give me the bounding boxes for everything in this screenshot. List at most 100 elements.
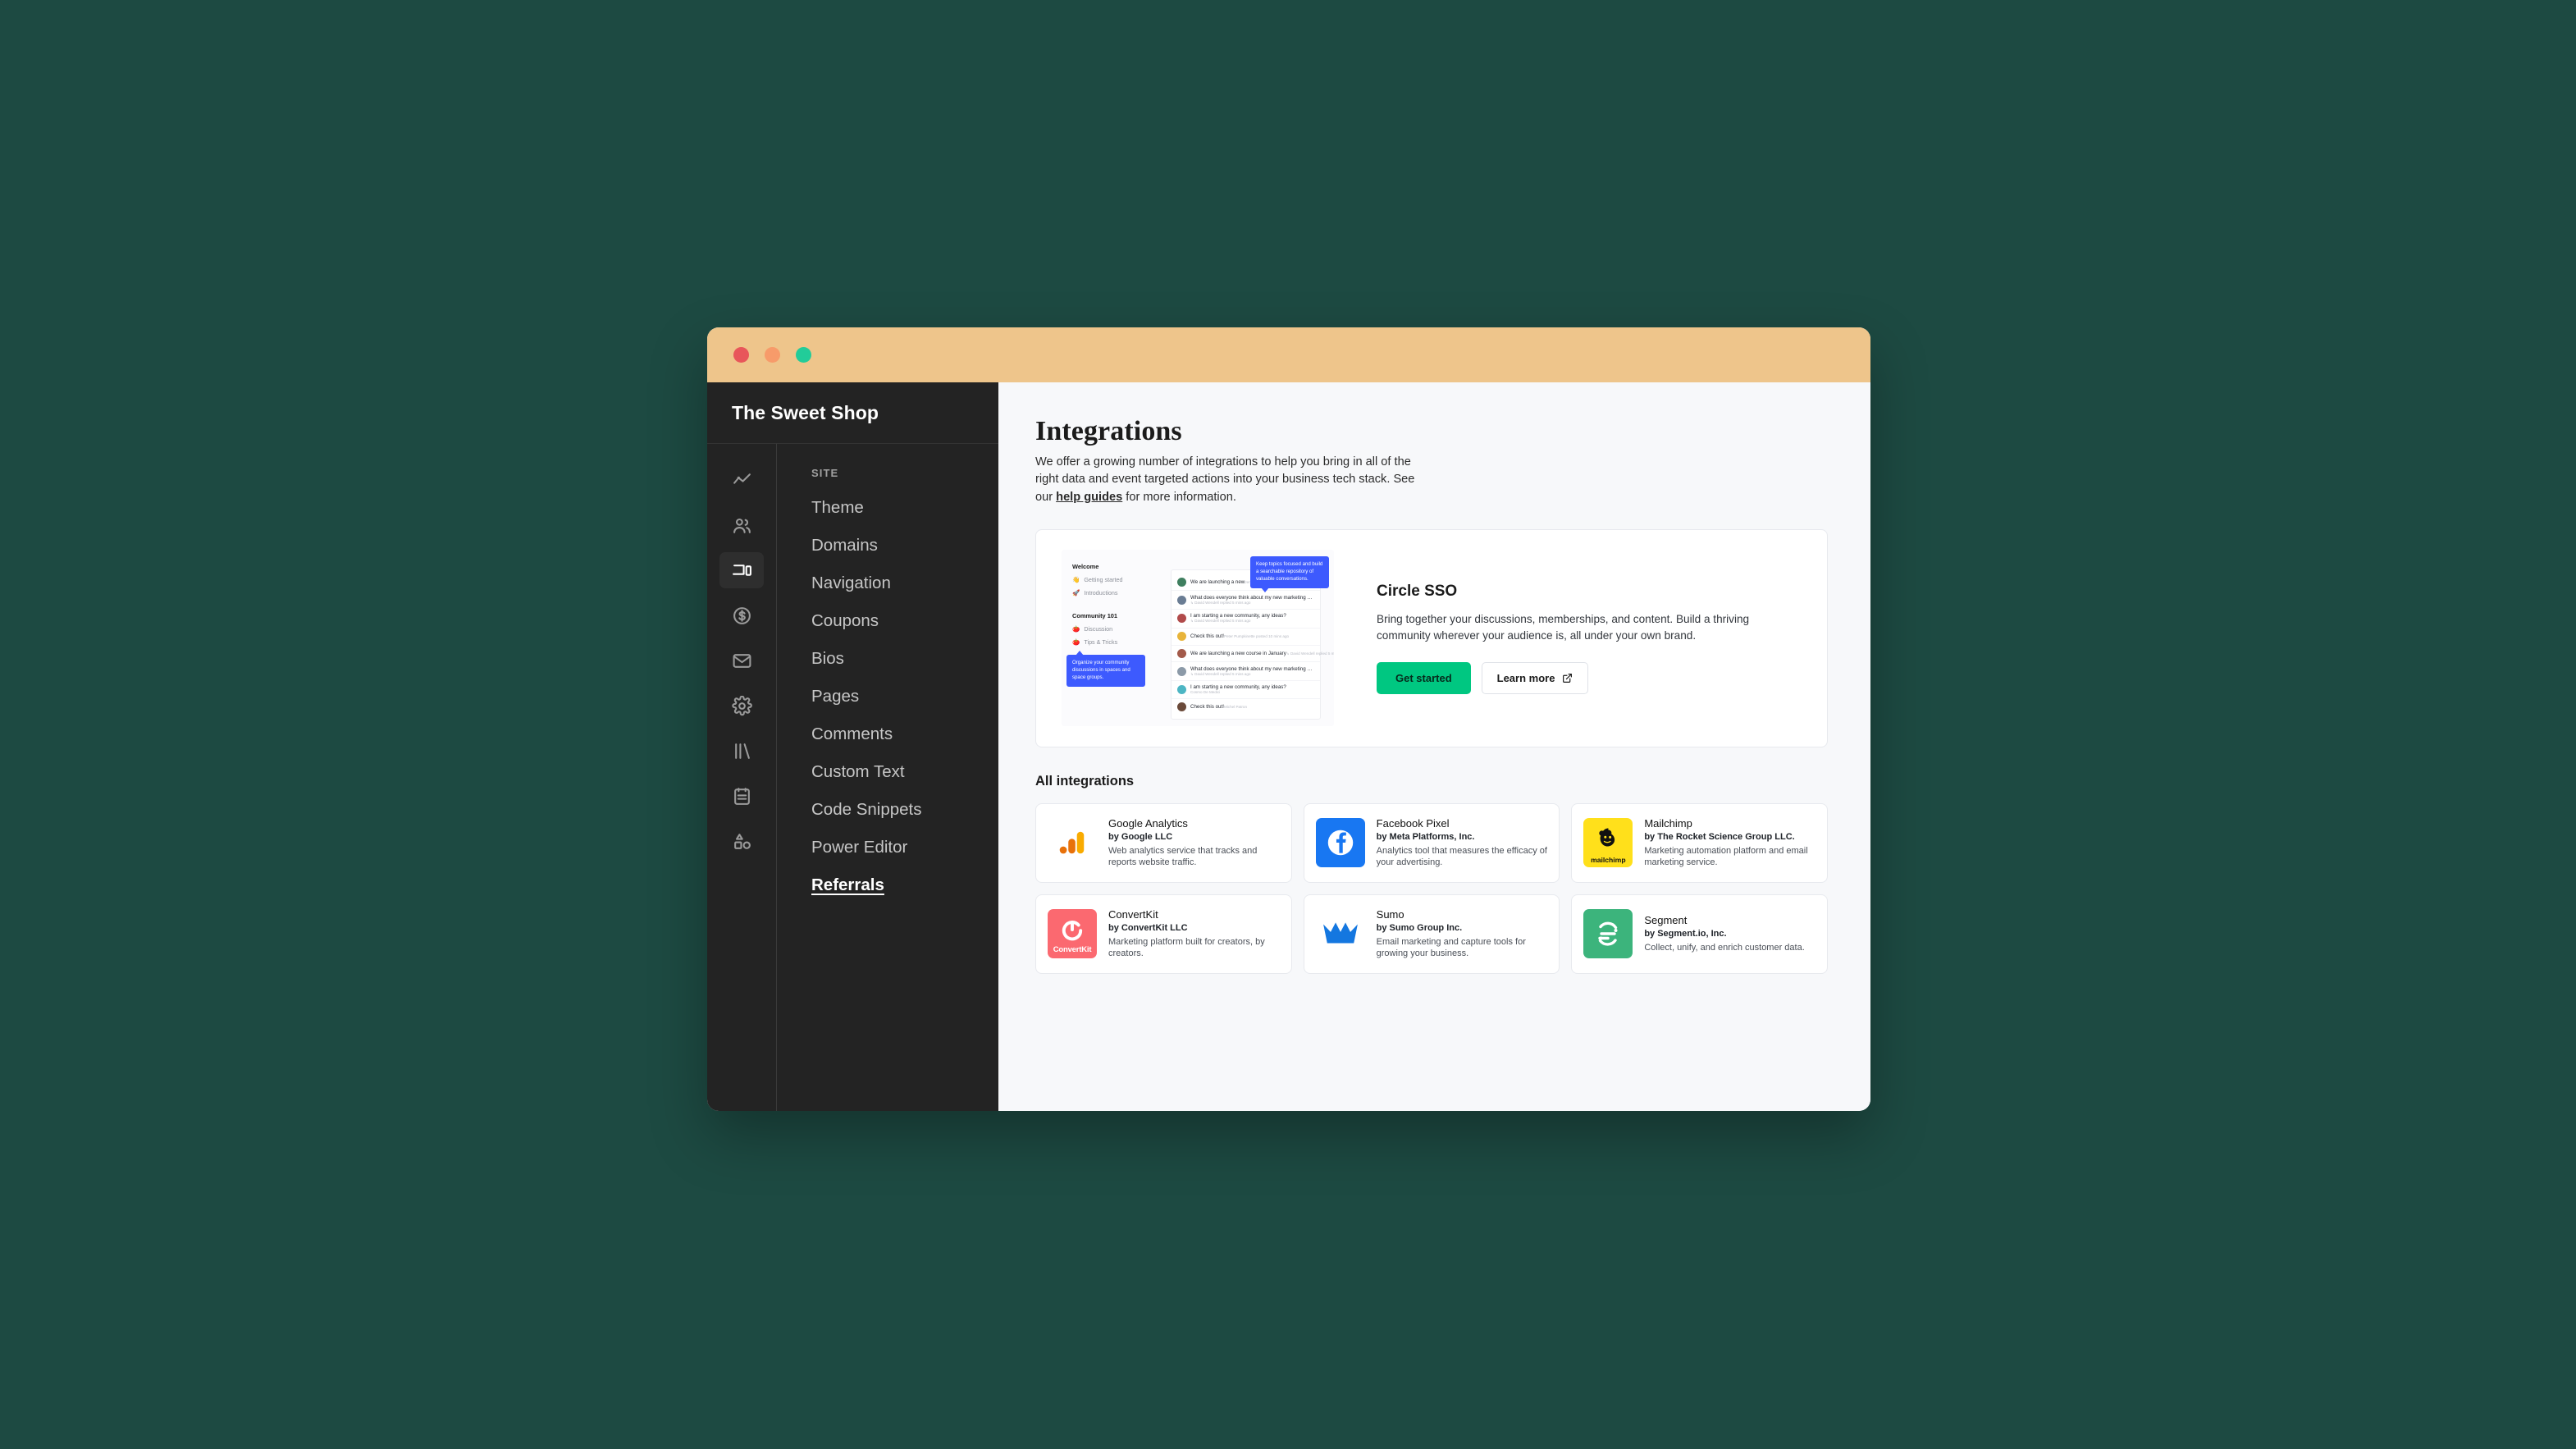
thumb-post-title: I am starting a new community, any ideas… (1190, 684, 1286, 691)
segment-logo (1583, 909, 1633, 959)
sidebar-item-power-editor[interactable]: Power Editor (811, 839, 907, 857)
avatar (1177, 648, 1186, 658)
thumb-post-title: What does everyone think about my new ma… (1190, 665, 1313, 672)
featured-integration-card: Welcome 👋 Getting started 🚀 Introduction… (1035, 528, 1828, 747)
integration-card-mailchimp[interactable]: mailchimp Mailchimp by The Rocket Scienc… (1571, 802, 1828, 883)
main-content: Integrations We offer a growing number o… (998, 382, 1870, 1111)
convertkit-wordmark: ConvertKit (1053, 945, 1092, 955)
site-icon (732, 564, 751, 576)
thumb-post-meta: Michel Patron (1223, 705, 1248, 710)
sidebar-item-referrals[interactable]: Referrals (811, 876, 884, 894)
mailchimp-monkey-icon (1599, 828, 1615, 847)
segment-icon (1598, 922, 1618, 947)
page-intro-after: for more information. (1122, 490, 1236, 504)
email-icon (733, 653, 751, 668)
window-titlebar (707, 327, 1870, 382)
close-window-button[interactable] (733, 347, 749, 363)
thumb-post-meta: ↳ David Wendell replied 5 mins ago (1190, 619, 1251, 624)
icon-rail (707, 443, 777, 1111)
thumb-space-label: Getting started (1084, 576, 1123, 584)
integration-vendor: by Google LLC (1108, 832, 1173, 843)
rail-item-analytics[interactable] (719, 462, 764, 498)
maximize-window-button[interactable] (796, 347, 811, 363)
sidebar-item-pages[interactable]: Pages (811, 688, 859, 706)
thumb-post-meta: ↳ David Wendell replied 5 mins ago (1190, 600, 1251, 605)
sidebar-item-navigation[interactable]: Navigation (811, 574, 891, 592)
thumbnail-tooltip-topics: Keep topics focused and build a searchab… (1250, 556, 1329, 593)
thumb-post-meta: ↳ David Wendell replied 5 mins ago (1190, 671, 1251, 676)
learn-more-button[interactable]: Learn more (1481, 662, 1589, 695)
featured-integration-text: Circle SSO Bring together your discussio… (1334, 583, 1795, 695)
rail-item-site[interactable] (719, 552, 764, 588)
thumb-post-meta: Cosmo De Medici (1190, 690, 1221, 695)
integration-name: Segment (1644, 914, 1688, 927)
rail-item-money[interactable] (719, 597, 764, 633)
thumb-post-title: We are launching a new (1190, 578, 1245, 585)
integration-description: Marketing automation platform and email … (1644, 846, 1808, 868)
rail-item-members[interactable] (719, 507, 764, 543)
integration-card-segment[interactable]: Segment by Segment.io, Inc. Collect, uni… (1571, 894, 1828, 974)
sidebar-item-code-snippets[interactable]: Code Snippets (811, 801, 921, 819)
app-window: The Sweet Shop SITE Theme Domains Naviga… (707, 327, 1870, 1111)
minimize-window-button[interactable] (765, 347, 780, 363)
rail-item-settings[interactable] (719, 688, 764, 724)
integration-vendor: by ConvertKit LLC (1108, 923, 1188, 934)
page-intro: We offer a growing number of integration… (1035, 454, 1431, 506)
forms-icon (733, 787, 750, 805)
sidebar-item-custom-text[interactable]: Custom Text (811, 763, 905, 781)
page-title: Integrations (1035, 416, 1182, 446)
integration-vendor: by Sumo Group Inc. (1376, 923, 1463, 934)
sidebar-item-comments[interactable]: Comments (811, 725, 893, 743)
sidebar-item-theme[interactable]: Theme (811, 499, 864, 517)
thumb-post: We are launching a new course in January… (1172, 646, 1334, 663)
avatar (1177, 632, 1186, 642)
sidebar-split: SITE Theme Domains Navigation Coupons Bi… (707, 443, 998, 1111)
integration-card-convertkit[interactable]: ConvertKit ConvertKit by ConvertKit LLC … (1035, 894, 1292, 974)
integration-vendor: by Segment.io, Inc. (1644, 929, 1727, 939)
wave-icon: 👋 (1072, 576, 1080, 584)
tomato-icon: 🍅 (1072, 625, 1080, 633)
integration-card-google-analytics[interactable]: Google Analytics by Google LLC Web analy… (1035, 802, 1292, 883)
thumb-post-title: Check this out! (1190, 633, 1224, 640)
sidebar-item-bios[interactable]: Bios (811, 650, 844, 668)
rail-item-library[interactable] (719, 733, 764, 769)
featured-integration-actions: Get started Learn more (1377, 662, 1762, 695)
integration-card-sumo[interactable]: Sumo by Sumo Group Inc. Email marketing … (1303, 894, 1560, 974)
thumbnail-tooltip-spaces: Organize your community discussions in s… (1066, 651, 1145, 687)
thumb-space-label: Discussion (1084, 625, 1113, 633)
thumb-post-title: Check this out! (1190, 704, 1224, 711)
integration-vendor: by Meta Platforms, Inc. (1376, 832, 1475, 843)
thumb-post-title: We are launching a new course in January (1190, 650, 1286, 656)
integration-description: Marketing platform built for creators, b… (1108, 937, 1265, 959)
rail-item-forms[interactable] (719, 778, 764, 814)
help-guides-link[interactable]: help guides (1056, 491, 1122, 504)
thumb-post-title: What does everyone think about my new ma… (1190, 594, 1313, 601)
nav-section-label: SITE (811, 467, 839, 479)
integration-name: Mailchimp (1644, 817, 1692, 830)
rail-item-shapes[interactable] (719, 823, 764, 859)
integration-card-facebook-pixel[interactable]: Facebook Pixel by Meta Platforms, Inc. A… (1303, 802, 1560, 883)
money-icon (733, 606, 751, 624)
avatar (1177, 614, 1186, 624)
integration-description: Analytics tool that measures the efficac… (1376, 846, 1547, 868)
avatar (1177, 577, 1186, 587)
sumo-crown-icon (1322, 922, 1358, 944)
thumb-space-label: Introductions (1084, 589, 1118, 597)
rail-item-email[interactable] (719, 642, 764, 679)
integration-info: ConvertKit by ConvertKit LLC Marketing p… (1108, 908, 1280, 960)
get-started-button[interactable]: Get started (1377, 662, 1471, 695)
sidebar-item-domains[interactable]: Domains (811, 537, 878, 555)
sidebar-item-coupons[interactable]: Coupons (811, 612, 879, 630)
thumb-group-heading: Welcome (1072, 563, 1099, 571)
avatar (1177, 595, 1186, 605)
integration-info: Sumo by Sumo Group Inc. Email marketing … (1377, 908, 1548, 960)
thumb-post-meta: Peter Pumpkinette posted 10 mins ago (1223, 634, 1290, 639)
integrations-grid: Google Analytics by Google LLC Web analy… (1035, 802, 1828, 974)
nav-list: SITE Theme Domains Navigation Coupons Bi… (777, 443, 998, 1111)
google-analytics-icon (1059, 832, 1085, 854)
integration-description: Web analytics service that tracks and re… (1108, 846, 1258, 868)
thumb-post: I am starting a new community, any ideas… (1172, 681, 1320, 699)
google-analytics-logo (1048, 818, 1097, 868)
convertkit-icon (1062, 920, 1083, 941)
mailchimp-wordmark: mailchimp (1591, 856, 1626, 865)
